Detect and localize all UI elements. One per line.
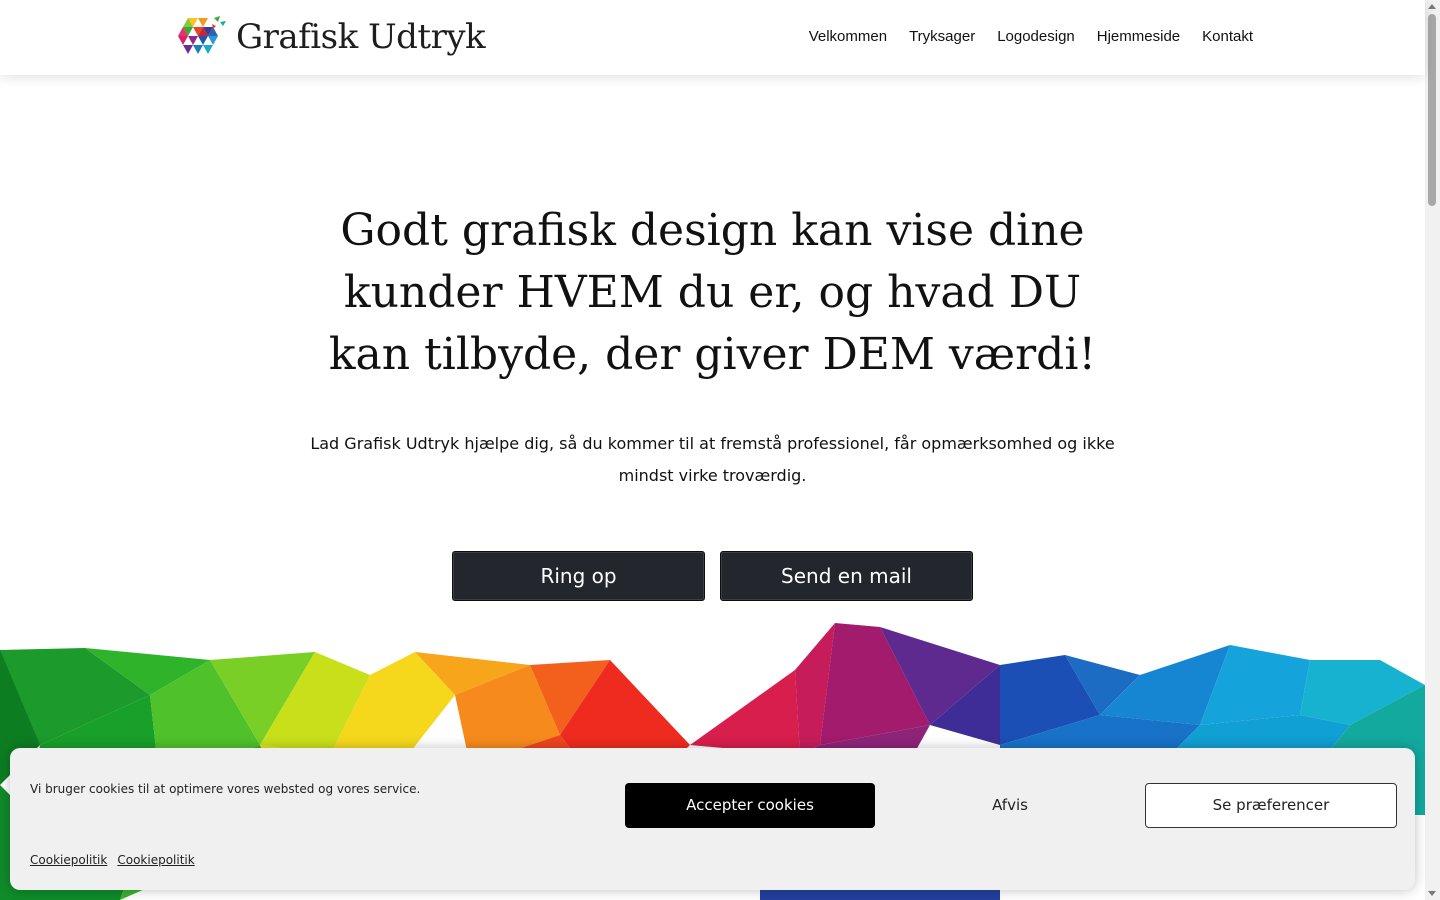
hero-title: Godt grafisk design kan vise dine kunder…	[328, 205, 1097, 380]
hero-subtitle: Lad Grafisk Udtryk hjælpe dig, så du kom…	[310, 434, 1115, 485]
deny-cookies-button[interactable]: Afvis	[885, 783, 1135, 828]
logo-text: Grafisk Udtryk	[236, 17, 486, 57]
preferences-button[interactable]: Se præferencer	[1145, 783, 1397, 828]
nav-kontakt[interactable]: Kontakt	[1202, 28, 1253, 45]
nav-velkommen[interactable]: Velkommen	[809, 28, 887, 45]
cookie-policy-link-2[interactable]: Cookiepolitik	[117, 853, 194, 867]
cookie-message: Vi bruger cookies til at optimere vores …	[30, 782, 421, 796]
scroll-thumb[interactable]	[1428, 14, 1436, 206]
main-nav: Velkommen Tryksager Logodesign Hjemmesid…	[809, 28, 1253, 45]
site-header: Grafisk Udtryk Velkommen Tryksager Logod…	[0, 0, 1425, 75]
nav-hjemmeside[interactable]: Hjemmeside	[1097, 28, 1180, 45]
accept-cookies-button[interactable]: Accepter cookies	[625, 783, 875, 828]
logo-icon	[178, 16, 226, 54]
cookie-links: Cookiepolitik Cookiepolitik	[30, 853, 195, 867]
page-scrollbar[interactable]	[1425, 0, 1440, 900]
scroll-up-arrow[interactable]	[1428, 4, 1436, 9]
mail-button[interactable]: Send en mail	[720, 551, 973, 601]
scroll-down-arrow[interactable]	[1428, 891, 1436, 896]
call-button[interactable]: Ring op	[452, 551, 705, 601]
nav-logodesign[interactable]: Logodesign	[997, 28, 1075, 45]
cookie-policy-link[interactable]: Cookiepolitik	[30, 853, 107, 867]
nav-tryksager[interactable]: Tryksager	[909, 28, 975, 45]
cookie-banner: Vi bruger cookies til at optimere vores …	[10, 748, 1415, 890]
logo[interactable]: Grafisk Udtryk	[178, 14, 486, 60]
